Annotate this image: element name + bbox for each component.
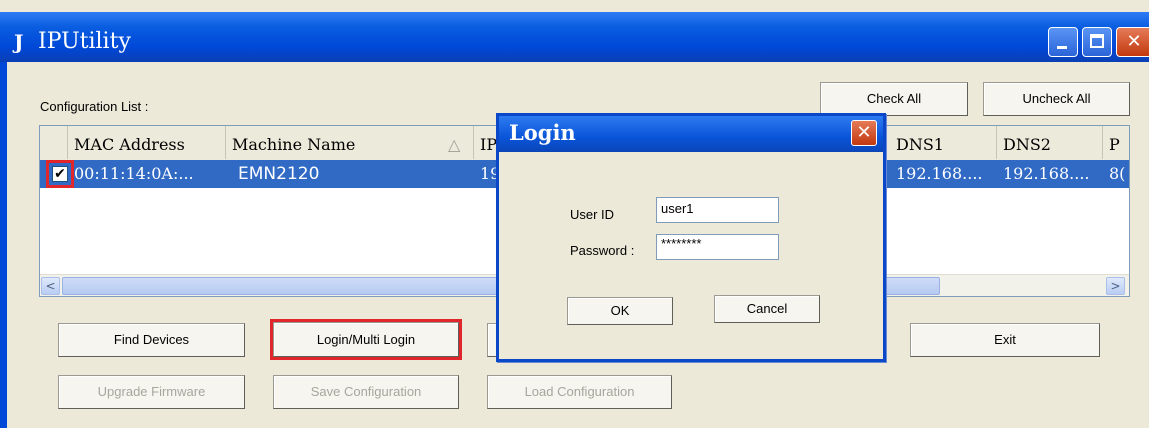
dialog-title: Login (509, 120, 576, 145)
header-port[interactable]: P (1103, 126, 1129, 159)
find-devices-button[interactable]: Find Devices (58, 323, 245, 357)
maximize-icon (1083, 28, 1111, 56)
checkbox-highlight (46, 160, 74, 188)
header-checkbox-column[interactable] (40, 126, 68, 159)
scroll-right-icon[interactable]: > (1106, 277, 1125, 295)
login-multi-login-button[interactable]: Login/Multi Login (270, 319, 462, 360)
title-bar[interactable]: J IPUtility ✕ (0, 12, 1149, 62)
upgrade-firmware-button[interactable]: Upgrade Firmware (58, 375, 245, 409)
app-logo-icon: J (14, 30, 24, 54)
user-id-field[interactable]: user1 (656, 197, 779, 223)
iputility-window: J IPUtility ✕ Configuration List : Check… (0, 0, 1149, 428)
save-configuration-button[interactable]: Save Configuration (273, 375, 459, 409)
password-field[interactable]: ******** (656, 234, 779, 260)
cancel-button[interactable]: Cancel (714, 295, 820, 323)
cell-dns2: 192.168.... (1003, 164, 1090, 183)
header-mac-address[interactable]: MAC Address (68, 126, 226, 159)
check-all-button[interactable]: Check All (820, 82, 968, 116)
ok-button[interactable]: OK (567, 297, 673, 325)
dialog-close-icon[interactable]: ✕ (851, 120, 877, 146)
cell-machine-name: EMN2120 (238, 164, 320, 184)
cell-dns1: 192.168.... (896, 164, 983, 183)
cell-port: 8( (1109, 164, 1126, 183)
configuration-list-label: Configuration List : (40, 99, 149, 114)
window-title: IPUtility (38, 29, 131, 54)
minimize-icon (1049, 28, 1077, 56)
header-machine-name-label: Machine Name (232, 135, 356, 154)
close-icon: ✕ (1126, 31, 1142, 52)
sort-ascending-icon: △ (448, 135, 461, 154)
header-machine-name[interactable]: Machine Name △ (226, 126, 474, 159)
minimize-button[interactable] (1048, 27, 1078, 57)
window-border (0, 62, 7, 428)
cell-mac: 00:11:14:0A:... (74, 164, 194, 183)
scroll-left-icon[interactable]: < (41, 277, 60, 295)
header-dns1[interactable]: DNS1 (890, 126, 997, 159)
maximize-button[interactable] (1082, 27, 1112, 57)
exit-button[interactable]: Exit (910, 323, 1100, 357)
header-dns2[interactable]: DNS2 (997, 126, 1103, 159)
load-configuration-button[interactable]: Load Configuration (487, 375, 672, 409)
dialog-title-bar[interactable]: Login ✕ (499, 116, 883, 152)
close-button[interactable]: ✕ (1116, 27, 1149, 57)
uncheck-all-button[interactable]: Uncheck All (983, 82, 1130, 116)
password-label: Password : (570, 243, 635, 258)
user-id-label: User ID (570, 207, 615, 222)
login-dialog: Login ✕ User ID user1 Password : *******… (496, 113, 886, 362)
